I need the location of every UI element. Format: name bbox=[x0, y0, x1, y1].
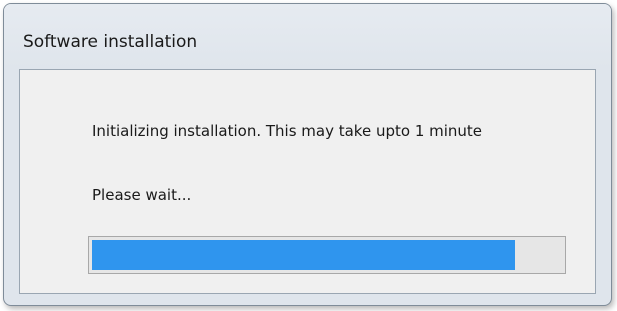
installation-dialog: Software installation Initializing insta… bbox=[3, 3, 612, 306]
initializing-message: Initializing installation. This may take… bbox=[92, 122, 483, 140]
please-wait-text: Please wait... bbox=[92, 186, 192, 204]
progress-bar-fill bbox=[92, 240, 515, 270]
window-title: Software installation bbox=[23, 32, 198, 52]
title-bar[interactable]: Software installation bbox=[4, 4, 611, 68]
progress-bar bbox=[88, 236, 566, 274]
dialog-content: Initializing installation. This may take… bbox=[19, 69, 596, 294]
